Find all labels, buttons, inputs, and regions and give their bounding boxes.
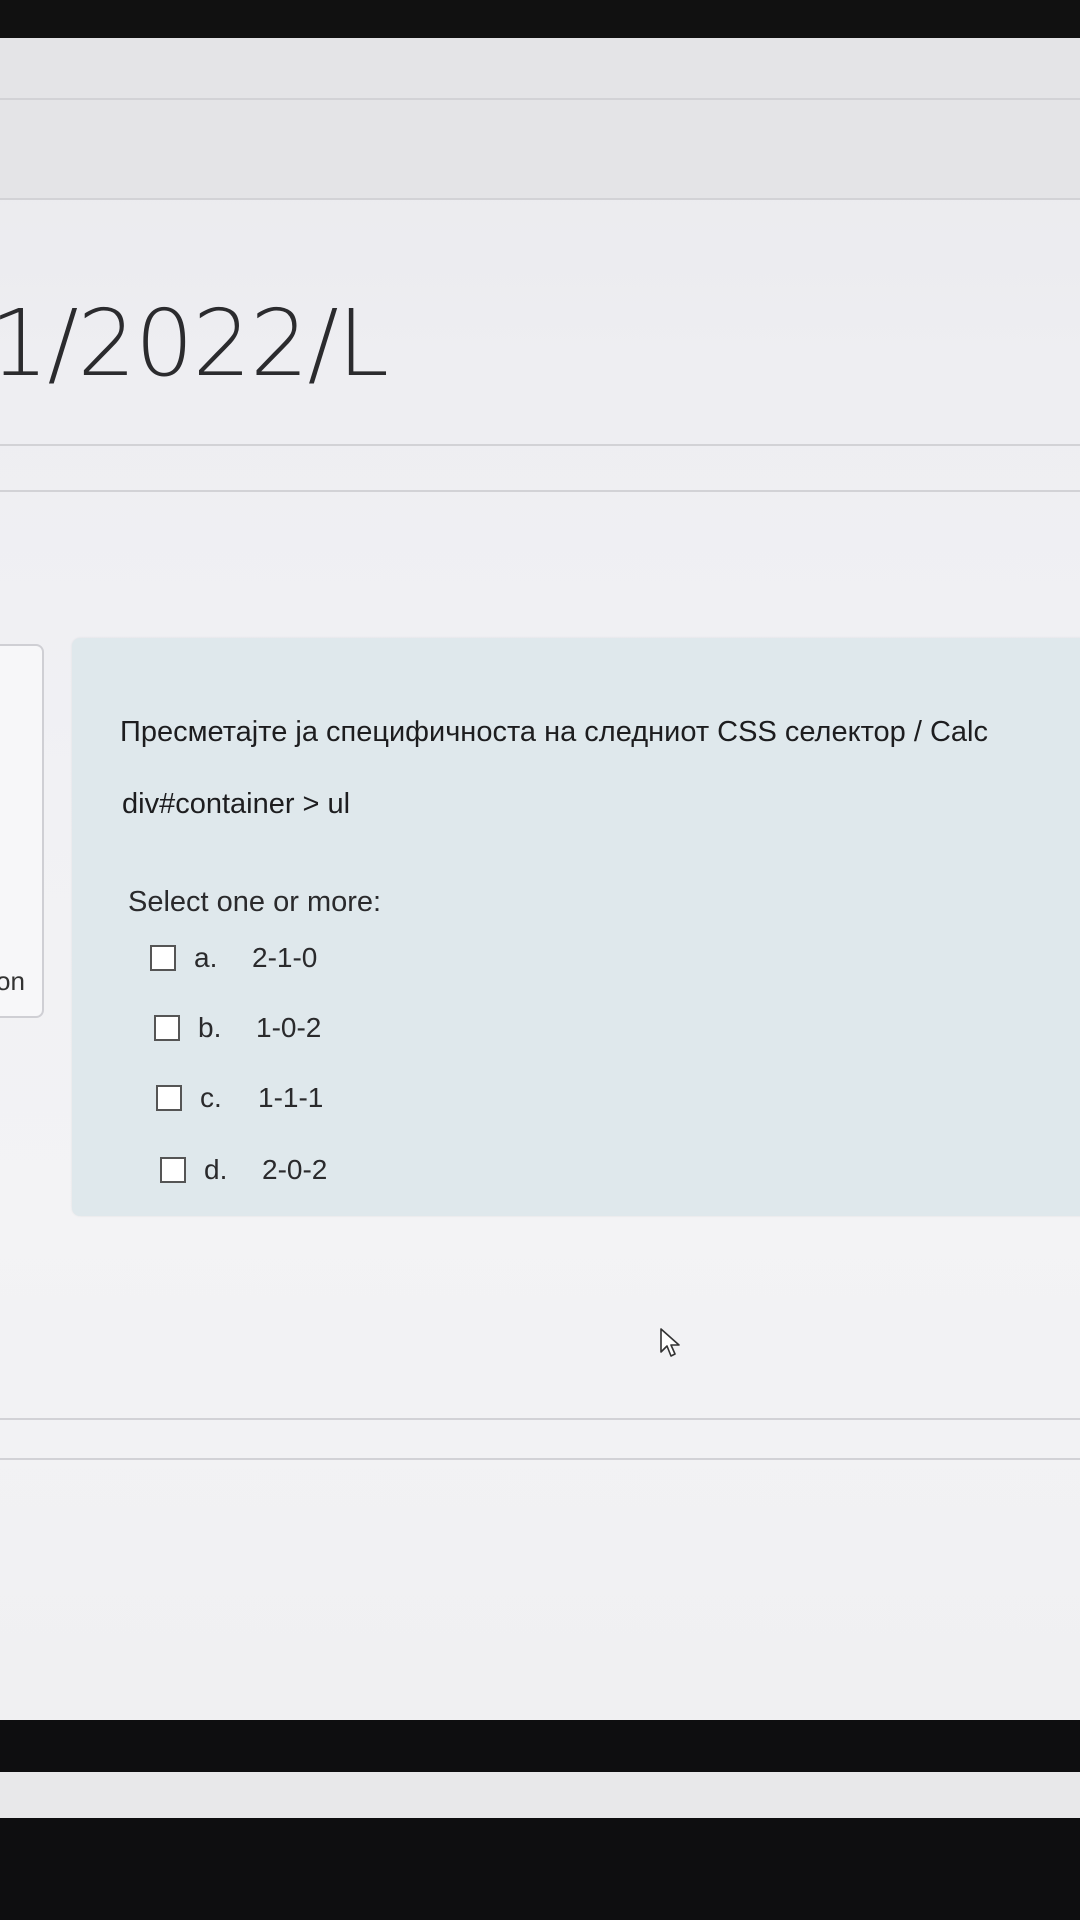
- option-letter: b.: [198, 1012, 222, 1043]
- side-panel-label: on: [0, 966, 25, 996]
- option-letter: d.: [204, 1154, 228, 1185]
- divider: [0, 198, 1080, 200]
- course-title: 1/2022/L: [0, 290, 389, 397]
- answer-option-b[interactable]: b. 1-0-2: [154, 1008, 321, 1048]
- taskbar-strip: [0, 1772, 1080, 1818]
- monitor-bezel: [0, 1720, 1080, 1920]
- checkbox[interactable]: [154, 1015, 180, 1041]
- screen: 1/2022/L on Пресметајте ја специфичноста…: [0, 38, 1080, 1720]
- answer-prompt: Select one or more:: [128, 886, 382, 918]
- option-value: 1-0-2: [256, 1012, 322, 1043]
- option-value: 2-0-2: [262, 1154, 328, 1185]
- option-value: 2-1-0: [252, 942, 318, 973]
- checkbox[interactable]: [150, 945, 176, 971]
- top-band: [0, 38, 1080, 198]
- answer-option-d[interactable]: d. 2-0-2: [160, 1150, 327, 1190]
- divider: [0, 490, 1080, 492]
- divider: [0, 1458, 1080, 1460]
- answer-option-a[interactable]: a. 2-1-0: [150, 938, 317, 978]
- divider: [0, 98, 1080, 100]
- checkbox[interactable]: [156, 1085, 182, 1111]
- question-card: Пресметајте ја специфичноста на следниот…: [72, 638, 1080, 1216]
- answer-option-c[interactable]: c. 1-1-1: [156, 1078, 323, 1118]
- checkbox[interactable]: [160, 1157, 186, 1183]
- mouse-pointer-icon: [660, 1328, 680, 1357]
- divider: [0, 1418, 1080, 1420]
- side-panel: [0, 644, 44, 1018]
- option-value: 1-1-1: [258, 1082, 324, 1113]
- divider: [0, 444, 1080, 446]
- question-code: div#container > ul: [122, 788, 351, 820]
- question-text: Пресметајте ја специфичноста на следниот…: [120, 716, 988, 748]
- option-letter: c.: [200, 1082, 222, 1113]
- option-letter: a.: [194, 942, 218, 973]
